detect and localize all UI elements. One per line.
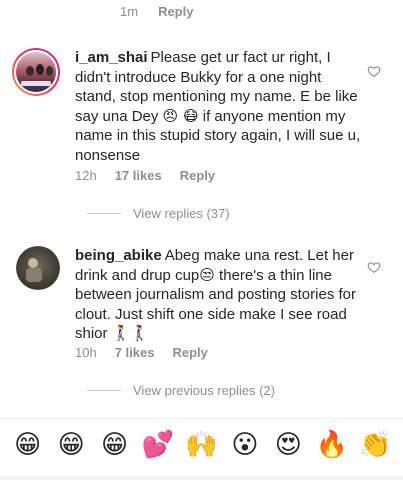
comment-time: 12h (75, 168, 97, 183)
like-heart-icon[interactable] (367, 260, 381, 274)
clapping-emoji-button[interactable]: 👏 (358, 428, 392, 462)
grinning-emoji-button[interactable]: 😁 (98, 428, 132, 462)
reply-button[interactable]: Reply (158, 4, 193, 19)
divider (87, 390, 121, 391)
view-replies-label: View previous replies (2) (133, 383, 276, 398)
view-replies-label: View replies (37) (133, 206, 230, 221)
grinning-emoji-button[interactable]: 😁 (11, 428, 45, 462)
comment-meta: 10h 7 likes Reply (75, 345, 208, 360)
comment-time: 1m (120, 4, 139, 19)
comment-meta: 12h 17 likes Reply (75, 168, 215, 183)
previous-comment-meta: 1m Reply (120, 4, 193, 19)
emoji-inline: 😠 😷 (162, 106, 199, 125)
reply-button[interactable]: Reply (172, 345, 207, 360)
emoji-reaction-bar: 😁 😁 😁 💕 🙌 😮 😍 🔥 👏 (0, 418, 403, 470)
reply-button[interactable]: Reply (180, 168, 215, 183)
view-replies-button[interactable]: View replies (37) (87, 206, 230, 221)
comment-username[interactable]: being_abike (75, 247, 162, 264)
avatar[interactable] (16, 246, 60, 290)
comment-time: 10h (75, 345, 97, 360)
divider (0, 476, 403, 480)
two-hearts-emoji-button[interactable]: 💕 (141, 428, 175, 462)
comment-text: being_abike Abeg make una rest. Let her d… (75, 246, 365, 344)
fire-emoji-button[interactable]: 🔥 (315, 428, 349, 462)
comment-username[interactable]: i_am_shai (75, 49, 148, 66)
grinning-emoji-button[interactable]: 😁 (54, 428, 88, 462)
view-replies-button[interactable]: View previous replies (2) (87, 383, 275, 398)
emoji-inline: 🚶‍♀️🚶‍♀️ (111, 324, 150, 342)
comment-text: i_am_shai Please get ur fact ur right, I … (75, 48, 365, 165)
likes-count[interactable]: 7 likes (115, 345, 155, 360)
emoji-inline: 😒 (199, 265, 215, 284)
avatar[interactable] (12, 48, 60, 96)
likes-count[interactable]: 17 likes (115, 168, 162, 183)
divider (87, 213, 121, 214)
like-heart-icon[interactable] (367, 64, 381, 78)
surprised-emoji-button[interactable]: 😮 (228, 428, 262, 462)
heart-eyes-emoji-button[interactable]: 😍 (271, 428, 305, 462)
raised-hands-emoji-button[interactable]: 🙌 (184, 428, 218, 462)
